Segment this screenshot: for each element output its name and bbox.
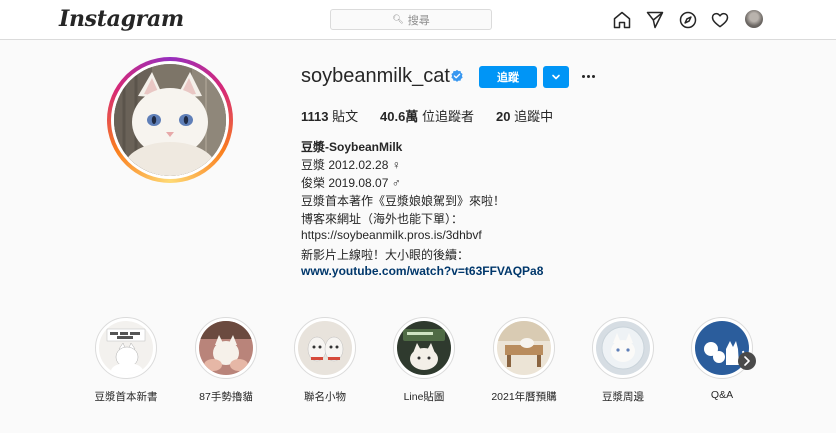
highlight-cover-image (99, 321, 153, 375)
following-count-value: 20 (496, 109, 511, 124)
bio-line: 豆漿 2012.02.28 ♀ (301, 158, 401, 172)
chevron-down-icon (552, 74, 560, 80)
search-placeholder: 搜尋 (407, 14, 430, 27)
posts-count: 1113 貼文 (301, 106, 358, 125)
direct-message-icon[interactable] (645, 10, 665, 30)
instagram-logo[interactable]: Instagram (59, 6, 184, 32)
posts-count-label: 貼文 (332, 109, 359, 124)
highlight-cover-image (397, 321, 451, 375)
bio-full-name: 豆漿-SoybeanMilk (301, 140, 403, 154)
highlight-label: Line貼圖 (403, 391, 445, 403)
profile-avatar-nav[interactable] (745, 10, 763, 28)
profile-avatar[interactable] (114, 64, 226, 176)
suggested-accounts-dropdown-button[interactable] (543, 66, 569, 88)
bio-external-link[interactable]: www.youtube.com/watch?v=t63FFVAQPa8 (301, 264, 543, 278)
followers-count-value: 40.6萬 (380, 109, 419, 124)
highlight-cover-image (497, 321, 551, 375)
highlight-label: Q&A (710, 389, 734, 401)
highlight-cover-image (199, 321, 253, 375)
bio-line: 豆漿首本著作《豆漿娘娘駕到》來啦！ (301, 194, 506, 208)
posts-count-value: 1113 (301, 109, 329, 124)
highlight-cover-image (596, 321, 650, 375)
following-count[interactable]: 20 追蹤中 (496, 106, 553, 125)
profile-username: soybeanmilk_cat (301, 65, 450, 87)
following-count-label: 追蹤中 (514, 109, 554, 124)
highlight-label: 2021年曆預購 (491, 391, 557, 403)
highlight-label: 豆漿首本新書 (94, 391, 158, 403)
chevron-right-icon[interactable] (738, 352, 756, 370)
verified-badge-icon (451, 69, 463, 82)
highlight-label: 豆漿周邊 (602, 391, 644, 403)
top-navigation-bar: Instagram 🔍︎ 搜尋 (0, 0, 836, 40)
search-input[interactable]: 🔍︎ 搜尋 (330, 9, 492, 30)
followers-count-label: 位追蹤者 (421, 109, 474, 124)
bio-line: 博客來網址（海外也能下單）： (301, 212, 464, 226)
bio-line: 新影片上線啦！大小眼的後續： (301, 248, 470, 262)
explore-icon[interactable] (678, 10, 698, 30)
highlight-label: 聯名小物 (304, 391, 346, 403)
follow-button[interactable]: 追蹤 (479, 66, 537, 88)
bio-line: 俊榮 2019.08.07 ♂ (301, 176, 401, 190)
bio-line: https://soybeanmilk.pros.is/3dhbvf (301, 228, 482, 242)
highlight-label: 87手勢擼貓 (199, 391, 253, 403)
highlight-cover-image (298, 321, 352, 375)
search-icon: 🔍︎ (392, 14, 404, 24)
home-icon[interactable] (612, 10, 632, 30)
followers-count[interactable]: 40.6萬 位追蹤者 (380, 106, 474, 125)
more-options-icon[interactable] (578, 68, 598, 84)
heart-icon[interactable] (710, 10, 730, 30)
